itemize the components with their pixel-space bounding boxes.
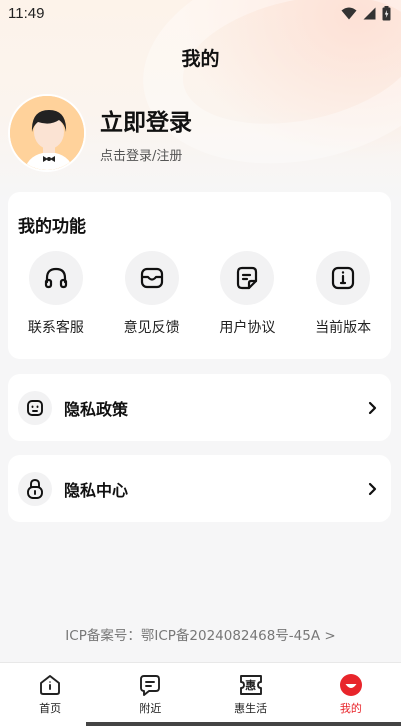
avatar[interactable] <box>8 94 86 172</box>
headphones-icon <box>44 267 67 289</box>
signal-icon <box>363 7 376 19</box>
nav-item-nearby[interactable]: 附近 <box>100 663 200 726</box>
function-user-agreement[interactable]: 用户协议 <box>200 251 296 337</box>
document-icon <box>237 266 258 290</box>
nearby-icon <box>138 673 162 697</box>
functions-title: 我的功能 <box>18 217 86 237</box>
nav-item-home[interactable]: 首页 <box>0 663 100 726</box>
gesture-bar <box>86 722 401 726</box>
home-icon <box>38 673 62 697</box>
login-subtitle[interactable]: 点击登录/注册 <box>100 145 182 164</box>
mine-icon <box>339 673 363 697</box>
row-icon-circle <box>18 471 52 506</box>
lock-icon <box>27 478 43 499</box>
bottom-nav: 首页 附近 惠 惠生活 我的 <box>0 662 401 726</box>
functions-card: 我的功能 联系客服 意见反馈 用户协议 当前版本 <box>8 192 391 359</box>
wifi-icon <box>341 7 357 19</box>
function-label: 意见反馈 <box>123 320 180 336</box>
nav-label: 首页 <box>39 702 62 715</box>
privacy-policy-label: 隐私政策 <box>64 399 129 419</box>
page-title: 我的 <box>181 48 220 70</box>
nav-label: 附近 <box>139 702 162 715</box>
functions-grid: 联系客服 意见反馈 用户协议 当前版本 <box>8 251 391 337</box>
function-label: 联系客服 <box>27 320 84 336</box>
nav-item-mine[interactable]: 我的 <box>301 663 401 726</box>
function-contact-service[interactable]: 联系客服 <box>8 251 104 337</box>
status-bar: 11:49 <box>0 0 401 26</box>
hui-glyph: 惠 <box>245 679 257 692</box>
icp-record-link[interactable]: ICP备案号：鄂ICP备2024082468号-45A > <box>0 624 401 644</box>
chevron-right-icon <box>368 401 377 415</box>
function-current-version[interactable]: 当前版本 <box>295 251 391 337</box>
nav-label: 惠生活 <box>234 702 268 715</box>
function-icon-circle <box>220 251 275 305</box>
privacy-policy-row[interactable]: 隐私政策 <box>8 374 391 441</box>
function-label: 当前版本 <box>315 320 372 336</box>
function-icon-circle <box>124 251 179 305</box>
login-title[interactable]: 立即登录 <box>100 103 192 137</box>
function-feedback[interactable]: 意见反馈 <box>104 251 200 337</box>
row-icon-circle <box>18 390 52 425</box>
function-label: 用户协议 <box>219 320 276 336</box>
privacy-center-row[interactable]: 隐私中心 <box>8 455 391 522</box>
info-icon <box>332 266 355 290</box>
privacy-face-icon <box>27 399 43 416</box>
status-icons <box>341 5 391 21</box>
function-icon-circle <box>28 251 83 305</box>
function-icon-circle <box>316 251 371 305</box>
privacy-center-label: 隐私中心 <box>64 480 129 500</box>
chevron-right-icon <box>368 482 377 496</box>
status-time: 11:49 <box>8 4 45 22</box>
hui-icon: 惠 <box>239 673 263 697</box>
nav-item-hui-life[interactable]: 惠 惠生活 <box>201 663 301 726</box>
battery-icon <box>382 5 391 20</box>
inbox-icon <box>140 267 163 289</box>
nav-label: 我的 <box>339 702 362 715</box>
